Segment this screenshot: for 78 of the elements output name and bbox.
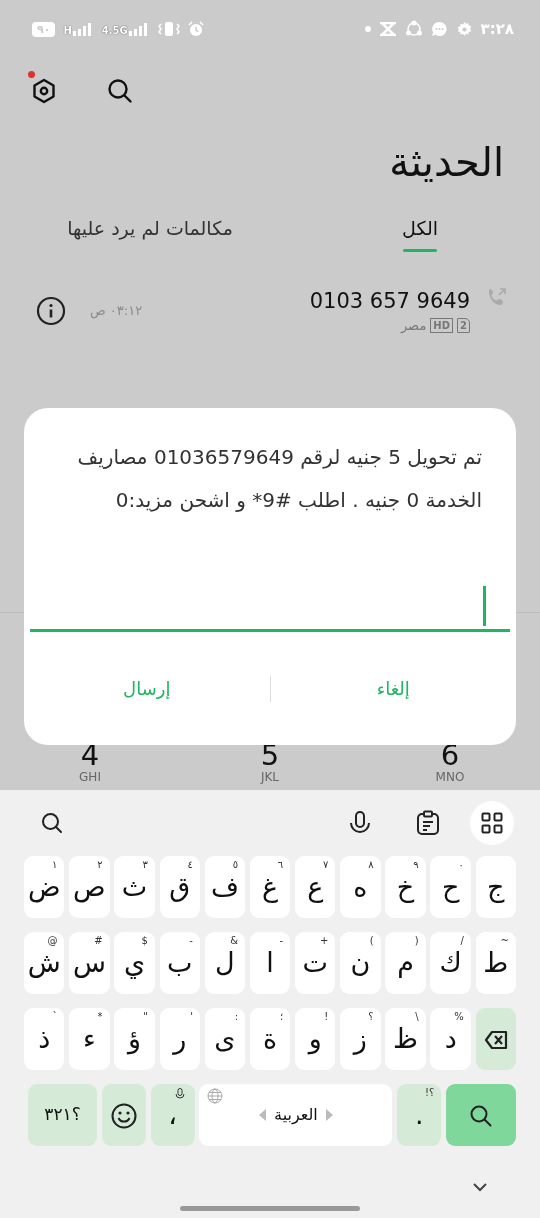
key[interactable]: ش @	[24, 932, 65, 994]
alarm-icon	[187, 21, 204, 37]
space-key[interactable]: العربية	[199, 1084, 393, 1146]
key[interactable]: ع ٧	[295, 856, 336, 918]
key[interactable]: ب -	[159, 932, 200, 994]
grid-icon	[481, 812, 503, 834]
emoji-key[interactable]	[101, 1084, 146, 1146]
key[interactable]: خ ٩	[385, 856, 426, 918]
page-title: الحديثة	[388, 138, 505, 187]
message-text: تم تحويل 5 جنيه لرقم 01036579649 مصاريف الخدمة 0 جنيه . اطلب #9* و اشحن مزيد:0	[76, 444, 483, 514]
outgoing-call-icon	[486, 286, 508, 308]
input-field[interactable]	[30, 586, 510, 632]
chat-icon	[430, 20, 448, 38]
key[interactable]: ي $	[114, 932, 155, 994]
vibrate-icon	[157, 21, 180, 37]
search-icon[interactable]	[40, 811, 64, 835]
key[interactable]: د %	[430, 1008, 471, 1070]
signal-icon	[71, 22, 94, 36]
key[interactable]: ث ٣	[114, 856, 155, 918]
arrow-icon	[325, 1109, 333, 1121]
microphone-icon[interactable]	[348, 810, 372, 836]
smiley-icon	[110, 1103, 137, 1130]
dial-letters: JKL	[259, 770, 281, 784]
key[interactable]: ج	[475, 856, 516, 918]
key[interactable]: ء *	[69, 1008, 110, 1070]
key[interactable]: و !	[295, 1008, 336, 1070]
key[interactable]: م )	[385, 932, 426, 994]
key[interactable]: ظ \	[385, 1008, 426, 1070]
search-key[interactable]	[446, 1084, 516, 1146]
key[interactable]: ل &	[204, 932, 246, 994]
language-label: العربية	[274, 1104, 318, 1126]
microphone-icon	[174, 1088, 185, 1100]
globe-icon	[207, 1088, 224, 1104]
key[interactable]: ف ٥	[204, 856, 246, 918]
comma-key[interactable]: ،	[150, 1084, 195, 1146]
key[interactable]: ة ؛	[249, 1008, 291, 1070]
key[interactable]: غ ٦	[249, 856, 291, 918]
key[interactable]: ص ٢	[69, 856, 110, 918]
clipboard-icon[interactable]	[416, 810, 440, 836]
key[interactable]: ن (	[340, 932, 381, 994]
key[interactable]: ح ٠	[430, 856, 471, 918]
key[interactable]: ا -	[249, 932, 291, 994]
tab[interactable]: مكالمات لم يرد عليها	[67, 204, 233, 252]
key[interactable]: ض ١	[24, 856, 65, 918]
dial-letters: MNO	[434, 770, 466, 784]
key[interactable]: ى :	[204, 1008, 246, 1070]
share-icon	[404, 20, 423, 38]
call-location: مصر	[400, 317, 427, 335]
key[interactable]: ر '	[159, 1008, 200, 1070]
key[interactable]: ذ `	[24, 1008, 65, 1070]
signal-icon	[127, 22, 150, 36]
tab[interactable]: الكل	[402, 204, 438, 252]
key[interactable]: ق ٤	[159, 856, 200, 918]
key[interactable]: ؤ "	[114, 1008, 155, 1070]
backspace-key[interactable]	[475, 1008, 516, 1070]
dot-icon	[364, 26, 371, 32]
symbols-key[interactable]: ؟٣٢١	[28, 1084, 97, 1146]
arrow-icon	[259, 1109, 267, 1121]
key[interactable]: ه ٨	[340, 856, 381, 918]
info-icon[interactable]	[36, 295, 66, 326]
settings-icon	[455, 20, 473, 38]
hd-indicator: HD	[430, 318, 454, 334]
call-time: ٠٣:١٢ ص	[90, 302, 143, 321]
apps-button[interactable]	[470, 801, 514, 845]
key[interactable]: ز ؟	[340, 1008, 381, 1070]
search-icon	[469, 1104, 493, 1129]
chevron-down-icon[interactable]	[472, 1182, 488, 1192]
phone-number: 0103 657 9649	[309, 288, 470, 315]
key[interactable]: س #	[69, 932, 110, 994]
backspace-icon	[483, 1030, 508, 1051]
key[interactable]: ط ~	[475, 932, 516, 994]
key[interactable]: ك /	[430, 932, 471, 994]
period-key[interactable]: . !؟	[397, 1084, 442, 1146]
settings-icon[interactable]	[30, 77, 58, 105]
sim-indicator: 2	[457, 318, 470, 334]
search-icon[interactable]	[106, 77, 134, 105]
dial-letters: GHI	[78, 770, 102, 784]
key[interactable]: ت +	[295, 932, 336, 994]
